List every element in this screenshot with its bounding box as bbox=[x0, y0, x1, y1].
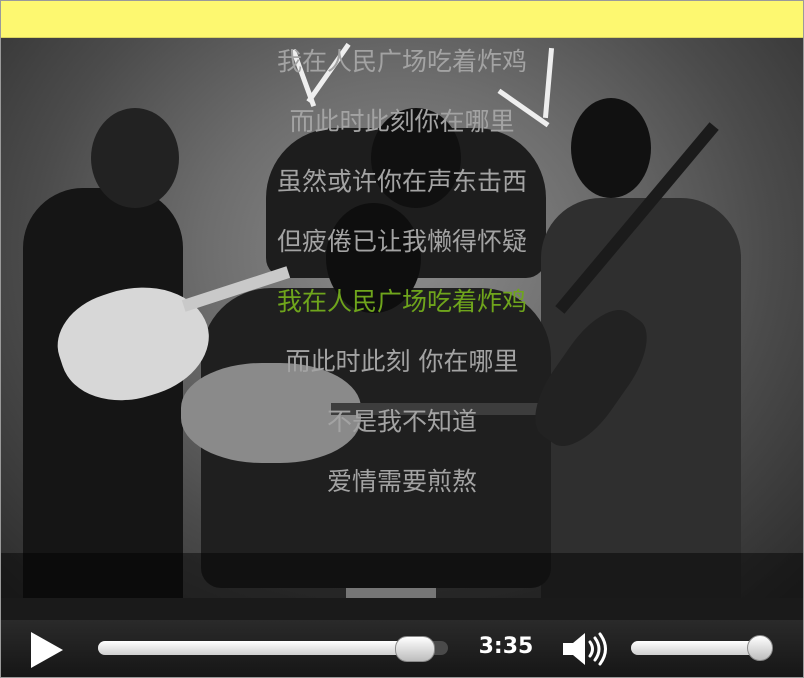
play-icon bbox=[31, 632, 63, 668]
lyric-line: 不是我不知道 bbox=[326, 407, 477, 436]
volume-handle[interactable] bbox=[747, 635, 774, 661]
seek-progress bbox=[98, 641, 431, 655]
lyrics-panel: 我在人民广场吃着炸鸡 而此时此刻你在哪里 虽然或许你在声东击西 但疲倦已让我懒得… bbox=[1, 38, 803, 558]
player-controls: 3:35 bbox=[1, 620, 803, 677]
time-display: 3:35 bbox=[478, 634, 534, 659]
seek-handle[interactable] bbox=[394, 636, 435, 662]
lyric-line: 而此时此刻 你在哪里 bbox=[285, 347, 519, 376]
player-window: 我在人民广场吃着炸鸡 而此时此刻你在哪里 虽然或许你在声东击西 但疲倦已让我懒得… bbox=[0, 0, 804, 678]
lyric-line: 而此时此刻你在哪里 bbox=[289, 107, 515, 136]
volume-icon[interactable] bbox=[561, 630, 611, 668]
lyric-line: 虽然或许你在声东击西 bbox=[276, 167, 527, 196]
bottom-shade bbox=[1, 553, 803, 598]
lyric-line: 爱情需要煎熬 bbox=[326, 467, 477, 496]
seek-bar[interactable] bbox=[98, 636, 448, 662]
lyric-line: 但疲倦已让我懒得怀疑 bbox=[276, 227, 527, 256]
lyric-line: 我在人民广场吃着炸鸡 bbox=[276, 47, 527, 76]
volume-level bbox=[631, 641, 762, 655]
volume-slider[interactable] bbox=[631, 635, 774, 661]
top-bar bbox=[1, 1, 803, 38]
play-button[interactable] bbox=[19, 626, 75, 672]
lyric-line-active: 我在人民广场吃着炸鸡 bbox=[276, 287, 527, 316]
